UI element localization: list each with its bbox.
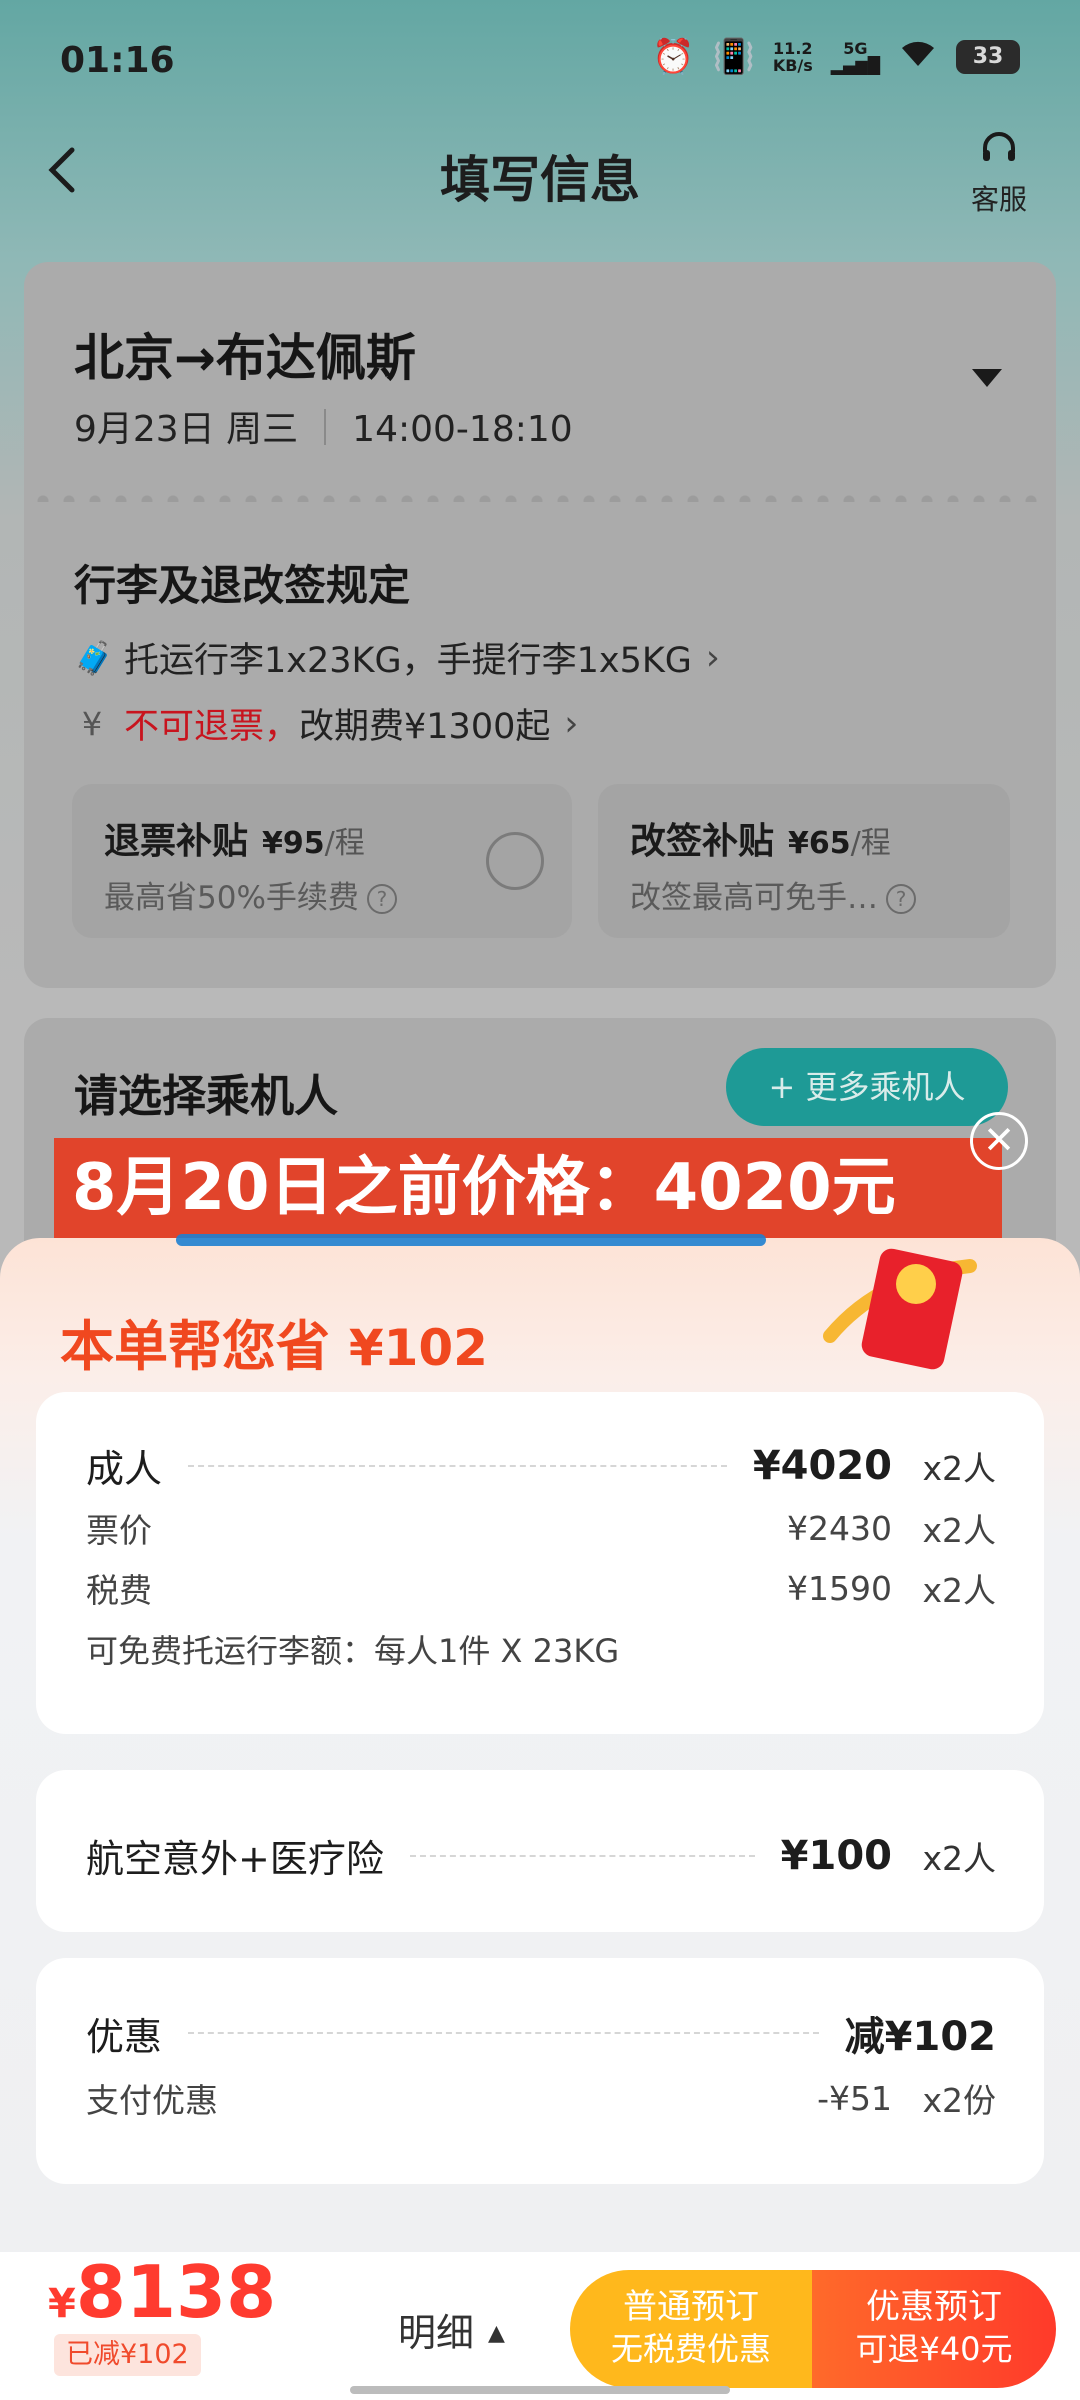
tax-count: x2人 bbox=[922, 1571, 996, 1610]
banner-underline bbox=[176, 1234, 766, 1246]
tax-price: ¥1590 bbox=[787, 1568, 892, 1608]
network-speed: 11.2 KB/s bbox=[773, 40, 813, 74]
help-icon[interactable]: ? bbox=[886, 884, 916, 914]
reduced-badge: 已减¥102 bbox=[54, 2334, 201, 2376]
tax-row: 税费 ¥1590 x2人 bbox=[86, 1564, 996, 1612]
fare-price: ¥4020 bbox=[752, 1442, 892, 1489]
subsidy-title: 退票补贴 bbox=[104, 821, 249, 862]
chevron-right-icon: › bbox=[564, 703, 579, 744]
ticket-count: x2人 bbox=[922, 1511, 996, 1550]
vibrate-icon: 📳 bbox=[712, 36, 755, 77]
baggage-rule-link[interactable]: 🧳 托运行李1x23KG，手提行李1x5KG › bbox=[74, 632, 720, 683]
change-fee-text: 改期费¥1300起 bbox=[299, 707, 551, 747]
ticket-yen-icon: ¥ bbox=[81, 704, 103, 743]
service-label: 客服 bbox=[970, 183, 1027, 216]
subsidy-desc: 改签最高可免手… bbox=[630, 880, 878, 916]
ticket-price-row: 票价 ¥2430 x2人 bbox=[86, 1504, 996, 1552]
insurance-label: 航空意外+医疗险 bbox=[86, 1837, 384, 1881]
discount-row: 优惠 减¥102 bbox=[86, 2004, 996, 2062]
signal-5g-icon: 5G ▂▄▆█ bbox=[830, 38, 880, 75]
total-amount: 8138 bbox=[75, 2250, 277, 2334]
discount-label: 优惠 bbox=[86, 2014, 163, 2059]
savings-title: 本单帮您省 ¥102 bbox=[60, 1302, 488, 1381]
normal-booking-title: 普通预订 bbox=[623, 2287, 759, 2327]
subsidy-unit: /程 bbox=[324, 826, 365, 861]
red-envelope-icon bbox=[820, 1236, 990, 1376]
pay-discount-label: 支付优惠 bbox=[86, 2081, 218, 2120]
subsidy-title: 改签补贴 bbox=[630, 821, 775, 862]
total-price: ¥8138 bbox=[48, 2250, 276, 2334]
insurance-count: x2人 bbox=[922, 1838, 996, 1878]
ticket-perforation bbox=[30, 494, 1050, 502]
refund-subsidy-option[interactable]: 退票补贴 ¥95/程 最高省50%手续费? bbox=[72, 784, 572, 938]
subsidy-unit: /程 bbox=[850, 826, 891, 861]
tax-label: 税费 bbox=[86, 1571, 152, 1610]
flight-route: 北京→布达佩斯 bbox=[74, 329, 416, 387]
detail-toggle[interactable]: 明细 ▲ bbox=[398, 2302, 505, 2357]
expand-flight-button[interactable] bbox=[970, 362, 1004, 397]
caret-up-icon: ▲ bbox=[488, 2321, 505, 2346]
discount-booking-sub: 可退¥40元 bbox=[855, 2330, 1013, 2368]
status-time: 01:16 bbox=[60, 40, 175, 81]
chevron-right-icon: › bbox=[705, 637, 720, 678]
customer-service-button[interactable]: 客服 bbox=[954, 128, 1044, 218]
fare-count: x2人 bbox=[922, 1448, 996, 1488]
normal-booking-sub: 无税费优惠 bbox=[610, 2330, 771, 2368]
subsidy-desc: 最高省50%手续费 bbox=[104, 880, 359, 916]
adult-fare-row: 成人 ¥4020 x2人 bbox=[86, 1438, 996, 1493]
flight-time: 14:00-18:10 bbox=[352, 409, 573, 450]
flight-date: 9月23日 周三 bbox=[74, 409, 299, 450]
baggage-note: 可免费托运行李额：每人1件 X 23KG bbox=[86, 1632, 620, 1670]
ticket-label: 票价 bbox=[86, 1511, 152, 1550]
discount-box: 优惠 减¥102 支付优惠 -¥51 x2份 bbox=[36, 1958, 1044, 2184]
wifi-icon bbox=[898, 36, 938, 77]
savings-label: 本单帮您省 bbox=[60, 1315, 330, 1378]
pay-discount-row: 支付优惠 -¥51 x2份 bbox=[86, 2074, 996, 2122]
flight-dateline: 9月23日 周三 14:00-18:10 bbox=[74, 400, 573, 452]
net-speed-unit: KB/s bbox=[772, 55, 813, 75]
caret-down-icon bbox=[972, 369, 1002, 387]
battery-icon: 33 bbox=[956, 39, 1020, 74]
luggage-icon: 🧳 bbox=[74, 638, 114, 677]
savings-amount: ¥102 bbox=[348, 1319, 488, 1377]
subsidy-radio[interactable] bbox=[486, 832, 544, 890]
insurance-price: ¥100 bbox=[780, 1832, 892, 1879]
change-subsidy-option[interactable]: 改签补贴 ¥65/程 改签最高可免手…? bbox=[598, 784, 1010, 938]
insurance-box: 航空意外+医疗险 ¥100 x2人 bbox=[36, 1770, 1044, 1932]
rules-title: 行李及退改签规定 bbox=[74, 561, 411, 610]
pay-discount-count: x2份 bbox=[922, 2081, 996, 2120]
discount-booking-title: 优惠预订 bbox=[866, 2287, 1002, 2327]
pay-discount-value: -¥51 bbox=[817, 2078, 892, 2118]
price-banner: 8月20日之前价格：4020元 bbox=[54, 1138, 1002, 1238]
detail-label: 明细 bbox=[398, 2311, 475, 2355]
discount-booking-button[interactable]: 优惠预订 可退¥40元 bbox=[812, 2270, 1056, 2388]
refund-text: 不可退票， bbox=[124, 707, 300, 747]
subsidy-price: ¥65 bbox=[788, 826, 851, 861]
subsidy-price: ¥95 bbox=[262, 826, 325, 861]
fare-label: 成人 bbox=[86, 1447, 163, 1491]
close-icon[interactable]: ✕ bbox=[970, 1112, 1028, 1170]
refund-rule-link[interactable]: ¥ 不可退票，改期费¥1300起 › bbox=[74, 698, 579, 749]
discount-value: 减¥102 bbox=[844, 2014, 996, 2060]
normal-booking-button[interactable]: 普通预订 无税费优惠 bbox=[570, 2270, 812, 2388]
ticket-price: ¥2430 bbox=[787, 1508, 892, 1548]
passenger-title: 请选择乘机人 bbox=[74, 1071, 338, 1122]
insurance-row: 航空意外+医疗险 ¥100 x2人 bbox=[86, 1828, 996, 1883]
currency-symbol: ¥ bbox=[48, 2281, 76, 2327]
headset-icon bbox=[954, 128, 1044, 178]
page-title: 填写信息 bbox=[440, 151, 640, 209]
baggage-note-row: 可免费托运行李额：每人1件 X 23KG bbox=[86, 1626, 996, 1672]
more-passengers-button[interactable]: + 更多乘机人 bbox=[726, 1048, 1008, 1126]
net-type: 5G bbox=[843, 38, 868, 58]
fare-box: 成人 ¥4020 x2人 票价 ¥2430 x2人 税费 ¥1590 x2人 可… bbox=[36, 1392, 1044, 1734]
help-icon[interactable]: ? bbox=[366, 884, 397, 914]
alarm-icon: ⏰ bbox=[652, 36, 695, 77]
home-indicator[interactable] bbox=[350, 2386, 730, 2394]
baggage-rule-text: 托运行李1x23KG，手提行李1x5KG bbox=[124, 641, 692, 681]
status-icons: ⏰ 📳 11.2 KB/s 5G ▂▄▆█ 33 bbox=[652, 36, 1020, 77]
